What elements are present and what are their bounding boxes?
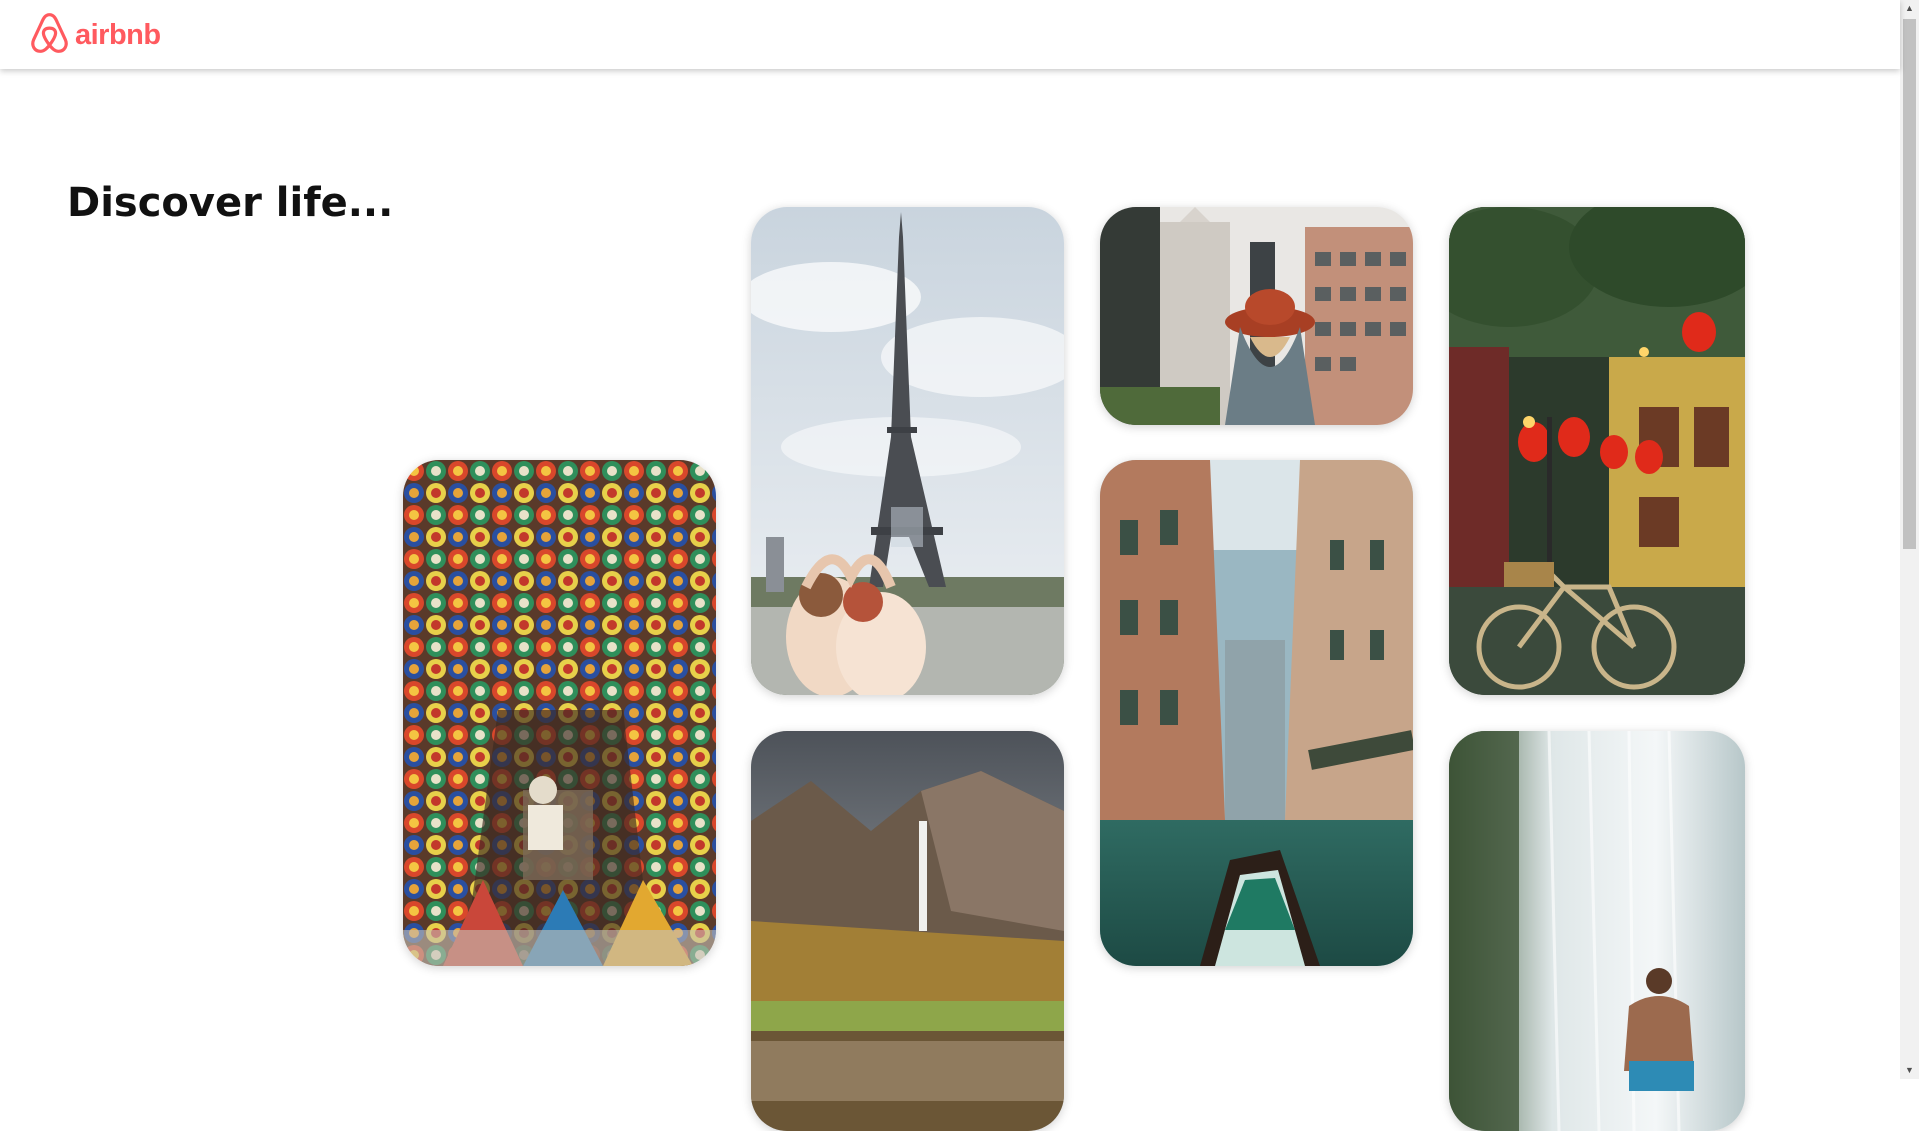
- photo-waterfall-person[interactable]: [1449, 731, 1745, 1131]
- arrow-down-icon[interactable]: ▼: [1900, 1062, 1919, 1079]
- photo-venice-canal[interactable]: [1100, 460, 1413, 966]
- photo-yosemite-falls[interactable]: [751, 731, 1064, 1131]
- brand-name: airbnb: [75, 18, 161, 51]
- airbnb-logo[interactable]: airbnb: [30, 12, 161, 59]
- top-navbar: airbnb: [0, 0, 1900, 69]
- photo-moroccan-pottery-market[interactable]: [403, 460, 716, 966]
- photo-lanterns-bicycle[interactable]: [1449, 207, 1745, 695]
- airbnb-belo-icon: [30, 12, 69, 59]
- arrow-up-icon[interactable]: ▲: [1900, 0, 1919, 17]
- photo-city-skyscrapers[interactable]: [1100, 207, 1413, 425]
- photo-eiffel-tower[interactable]: [751, 207, 1064, 695]
- scrollbar-thumb[interactable]: [1903, 19, 1916, 549]
- page-headline: Discover life...: [67, 180, 394, 226]
- vertical-scrollbar[interactable]: ▲ ▼: [1900, 0, 1919, 1079]
